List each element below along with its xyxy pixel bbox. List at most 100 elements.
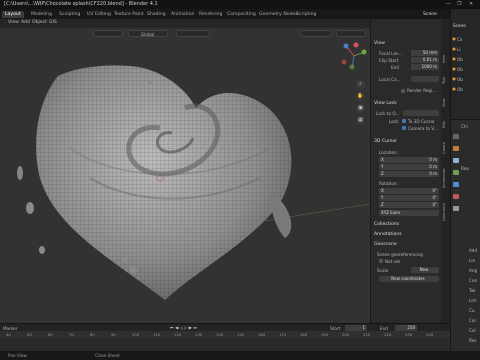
- navigation-gizmo[interactable]: [340, 42, 368, 70]
- axis-z-label: Z: [381, 202, 384, 207]
- timeline-tick-label: 120: [174, 332, 182, 337]
- view-lock-header[interactable]: View Lock: [374, 101, 397, 106]
- outliner-item[interactable]: Ob: [457, 57, 463, 62]
- transform-orientation-dropdown[interactable]: Global: [128, 30, 168, 37]
- collections-header[interactable]: Collections: [374, 222, 399, 227]
- tab-geometry[interactable]: Geometry: [442, 197, 449, 227]
- props-item: Lin: [469, 258, 476, 263]
- menu-add[interactable]: Add: [21, 20, 30, 25]
- local-camera-field[interactable]: [411, 76, 439, 82]
- lock-object-field[interactable]: [403, 110, 439, 116]
- cursor-rot-y[interactable]: Y 0°: [379, 195, 439, 201]
- props-item: Con: [469, 278, 478, 283]
- tab-modeling[interactable]: Modeling: [28, 11, 55, 18]
- new-coordinates-button[interactable]: New coordinates: [379, 276, 439, 282]
- properties-tab-icons[interactable]: [452, 132, 460, 242]
- 3d-viewport[interactable]: Global ⌕ ✋ ▣ ▦: [0, 28, 370, 323]
- timeline-tick-label: 50: [27, 332, 32, 337]
- camera-view-icon[interactable]: ▣: [356, 104, 365, 113]
- cursor-rot-x[interactable]: X 0°: [379, 188, 439, 194]
- tab-scripting[interactable]: Scripting: [293, 11, 319, 18]
- clip-end-field[interactable]: 1000 m: [411, 64, 439, 70]
- snap-pill[interactable]: [176, 30, 210, 37]
- timeline-ruler[interactable]: 40 50 60 70 80 90 100 110 120 130 140 150 160 170 180 1…: [0, 331, 450, 338]
- menu-view[interactable]: View: [8, 20, 19, 25]
- focal-length-label: Focal Len...: [379, 51, 403, 56]
- annotations-header[interactable]: Annotations: [374, 232, 402, 237]
- tab-uv-editing[interactable]: UV Editing: [84, 11, 114, 18]
- geoscene-header[interactable]: Geoscene: [374, 242, 397, 247]
- tab-compositing[interactable]: Compositing: [224, 11, 259, 18]
- props-item: Rea: [461, 166, 469, 171]
- cursor-loc-y[interactable]: Y 0 m: [379, 164, 439, 170]
- cursor-loc-z[interactable]: Z 0 m: [379, 171, 439, 177]
- tab-edit[interactable]: Edit: [442, 115, 449, 135]
- timeline-tick-label: 220: [384, 332, 392, 337]
- view-section-header[interactable]: View: [374, 41, 385, 46]
- outliner-item[interactable]: Ob: [457, 87, 463, 92]
- tab-sculpting[interactable]: Sculpting: [56, 11, 83, 18]
- collection-icons: [452, 37, 456, 91]
- tab-texture-paint[interactable]: Texture Paint: [111, 11, 147, 18]
- menu-gis[interactable]: GIS: [49, 20, 57, 25]
- tab-view[interactable]: View: [442, 93, 449, 113]
- outliner-item[interactable]: Li: [457, 47, 461, 52]
- close-button[interactable]: ✕: [469, 1, 473, 7]
- cursor-loc-z-value: 0 m: [429, 171, 437, 176]
- timeline-tick-label: 240: [426, 332, 434, 337]
- transform-orientation-label: Global: [141, 31, 155, 37]
- shading-modes[interactable]: [300, 30, 332, 37]
- grid-projection-icon[interactable]: ▦: [356, 116, 365, 125]
- timeline-tick-label: 210: [363, 332, 371, 337]
- playback-controls[interactable]: ⏮ ◀ ◁ ▷ ▶ ⏭: [170, 325, 197, 330]
- viewport-canvas[interactable]: [0, 28, 370, 323]
- cursor-loc-x[interactable]: X 0 m: [379, 157, 439, 163]
- tab-screencast[interactable]: Screencast: [442, 161, 449, 195]
- marker-menu[interactable]: Marker: [3, 326, 17, 331]
- focal-length-field[interactable]: 50 mm: [411, 50, 439, 56]
- lock-cursor-checkbox[interactable]: [402, 119, 406, 123]
- props-item: Cu: [469, 308, 475, 313]
- scene-selector[interactable]: Scene: [420, 11, 440, 18]
- tab-create[interactable]: Create: [442, 137, 449, 159]
- timeline-tick-label: 110: [153, 332, 161, 337]
- pan-hand-icon[interactable]: ✋: [356, 92, 365, 101]
- tab-item[interactable]: Item: [442, 49, 449, 69]
- minimize-button[interactable]: —: [446, 1, 451, 7]
- heart-mesh[interactable]: [17, 65, 292, 323]
- workspace-tabs: Layout Modeling Sculpting UV Editing Tex…: [0, 9, 480, 19]
- status-bar: Pan View Close Sheet: [0, 351, 480, 360]
- tab-layout[interactable]: Layout: [2, 11, 24, 18]
- rotation-mode-dropdown[interactable]: XYZ Euler: [379, 210, 439, 216]
- timeline-tick-label: 170: [279, 332, 287, 337]
- cursor-rot-x-value: 0°: [432, 188, 437, 193]
- timeline-tick-label: 40: [6, 332, 11, 337]
- geoscene-new-button[interactable]: New: [411, 267, 439, 273]
- camera-to-view-checkbox[interactable]: [402, 126, 406, 130]
- maximize-button[interactable]: ❐: [457, 1, 461, 7]
- outliner-item[interactable]: Ob: [457, 67, 463, 72]
- outliner-item[interactable]: Scene: [453, 23, 466, 28]
- timeline-tick-label: 90: [111, 332, 116, 337]
- axis-y-label: Y: [381, 195, 384, 200]
- tab-tool[interactable]: Tool: [442, 71, 449, 91]
- menu-object[interactable]: Object: [32, 20, 47, 25]
- timeline-header: Marker ⏮ ◀ ◁ ▷ ▶ ⏭ Start 1 End 250: [0, 323, 450, 331]
- cursor-rot-z[interactable]: Z 0°: [379, 202, 439, 208]
- clip-start-field[interactable]: 0.01 m: [411, 57, 439, 63]
- tab-animation[interactable]: Animation: [168, 11, 197, 18]
- overlays-pill[interactable]: [336, 30, 366, 37]
- 3d-cursor-header[interactable]: 3D Cursor: [374, 139, 397, 144]
- tab-shading[interactable]: Shading: [144, 11, 169, 18]
- overlay-mode-pill[interactable]: [93, 30, 123, 37]
- outliner-item[interactable]: Ob: [457, 77, 463, 82]
- title-bar: [C:\Users\...\WIP\Chocolate splash\CF220…: [0, 0, 480, 9]
- geoscene-checkbox[interactable]: [379, 259, 383, 263]
- lock-cursor-label: To 3D Cursor: [408, 119, 435, 124]
- zoom-icon[interactable]: ⌕: [356, 80, 365, 89]
- render-region-checkbox[interactable]: [401, 89, 405, 93]
- outliner: Scene Ca Li Ob Ob Ob Ob: [450, 9, 480, 119]
- outliner-item[interactable]: Ca: [457, 37, 463, 42]
- tab-rendering[interactable]: Rendering: [196, 11, 225, 18]
- timeline-tick-label: 60: [48, 332, 53, 337]
